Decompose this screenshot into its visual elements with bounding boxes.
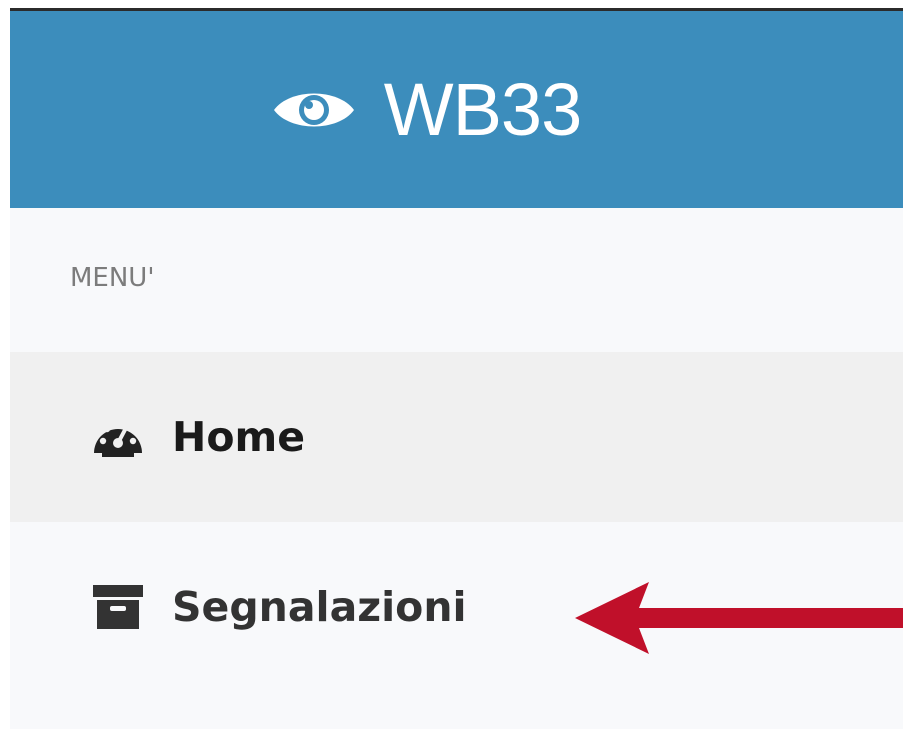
sidebar-item-label: Home	[172, 413, 306, 461]
brand-logo[interactable]: WB33	[272, 67, 583, 151]
annotation-arrow	[575, 582, 903, 654]
dashboard-icon	[94, 420, 142, 457]
archive-icon	[93, 585, 143, 629]
sidebar-item-home[interactable]: Home	[10, 352, 903, 522]
sidebar-item-label: Segnalazioni	[172, 583, 467, 631]
brand-title: WB33	[383, 67, 583, 151]
eye-icon	[273, 93, 354, 126]
menu-header: MENU'	[70, 263, 155, 293]
screenshot-frame: WB33 MENU' Home Segnalazioni	[0, 0, 903, 729]
brand-bar[interactable]: WB33	[10, 11, 903, 208]
